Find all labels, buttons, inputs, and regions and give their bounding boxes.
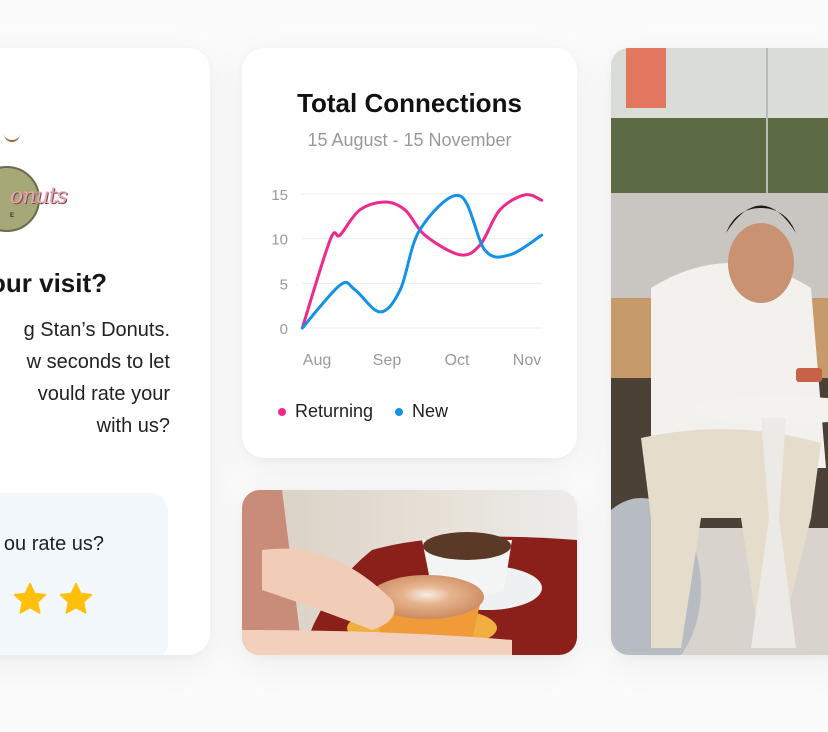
total-connections-card: Total Connections 15 August - 15 Novembe… <box>242 48 577 458</box>
star-rating[interactable] <box>12 581 94 617</box>
man-photo-card <box>611 48 828 655</box>
chart-legend: Returning New <box>278 401 448 422</box>
x-tick-label: Nov <box>513 352 541 369</box>
legend-label: New <box>412 401 449 421</box>
x-tick-label: Sep <box>373 352 402 369</box>
logo-tag: E <box>10 213 15 219</box>
survey-title: our visit? <box>0 268 108 298</box>
coffee-cups-photo <box>242 490 577 655</box>
coffee-photo-card <box>242 490 577 655</box>
legend-dot-new <box>395 407 404 416</box>
y-tick-label: 5 <box>280 276 288 293</box>
survey-body: g Stan’s Donuts. w seconds to let vould … <box>0 314 200 442</box>
rating-box: ou rate us? <box>0 493 168 655</box>
legend-item-returning[interactable]: Returning <box>278 401 373 422</box>
series-line-returning <box>300 193 544 330</box>
survey-card: onuts E our visit? g Stan’s Donuts. w se… <box>0 48 210 655</box>
x-tick-label: Oct <box>445 352 470 369</box>
line-chart: 0 5 10 15 Aug Sep Oct Nov <box>271 187 544 369</box>
star-icon[interactable] <box>58 581 94 617</box>
man-with-phone-photo <box>611 48 828 655</box>
y-tick-label: 15 <box>271 187 288 204</box>
rating-question: ou rate us? <box>3 533 104 555</box>
stans-donuts-logo: onuts E <box>0 88 68 232</box>
survey-body-line: vould rate your <box>37 383 170 405</box>
y-tick-label: 0 <box>280 321 288 338</box>
logo-script-text: onuts <box>10 184 68 209</box>
logo-flourish <box>4 130 20 142</box>
legend-dot-returning <box>278 407 286 416</box>
legend-label: Returning <box>295 401 374 421</box>
legend-item-new[interactable]: New <box>395 401 448 422</box>
star-icon[interactable] <box>12 581 48 617</box>
survey-body-line: with us? <box>96 415 170 437</box>
x-tick-label: Aug <box>303 352 331 369</box>
survey-body-line: g Stan’s Donuts. <box>23 319 170 341</box>
survey-body-line: w seconds to let <box>26 351 170 373</box>
series-line-new <box>300 194 544 330</box>
y-tick-label: 10 <box>271 232 288 249</box>
